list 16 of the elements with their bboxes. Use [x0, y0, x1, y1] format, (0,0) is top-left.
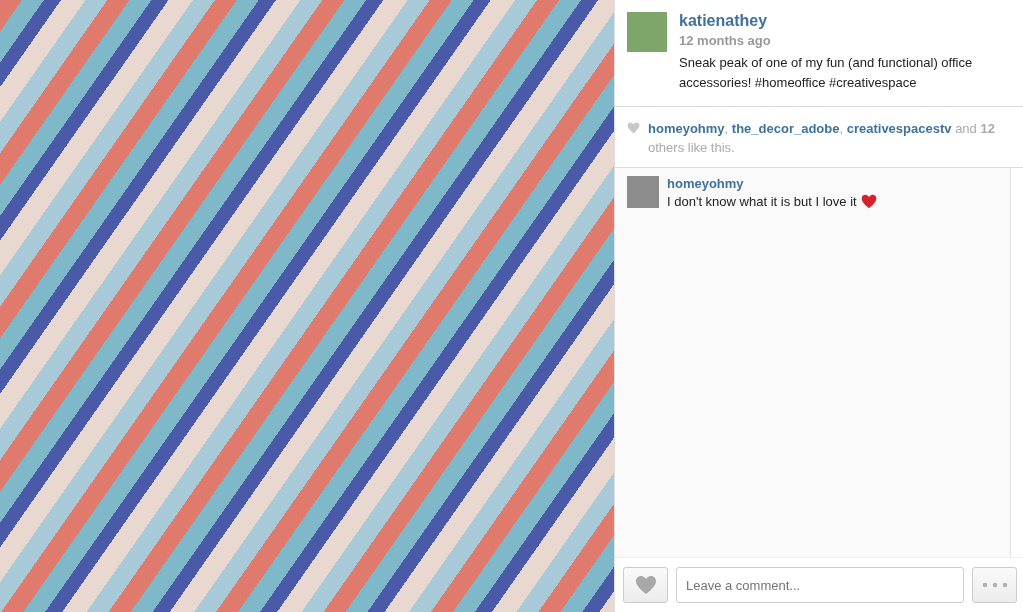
more-icon [981, 582, 1008, 588]
username-link[interactable]: homeyohmy [667, 176, 744, 191]
scrollbar-track[interactable] [1010, 168, 1023, 557]
comment-text: I don't know what it is but I love it [667, 194, 857, 209]
avatar [627, 12, 667, 52]
like-button[interactable] [623, 567, 668, 603]
username-link[interactable]: katienathey [679, 12, 768, 30]
liker-link[interactable]: creativespacestv [846, 121, 952, 136]
heart-icon [634, 575, 657, 595]
more-button[interactable] [972, 567, 1017, 603]
comment-field[interactable]: Leave a comment... [676, 567, 964, 603]
likes-text: homeyohmy, the_decor_adobe, creativespacestv and 12 others like this. [648, 120, 996, 157]
liker-link[interactable]: homeyohmy [648, 121, 725, 136]
post-time: 12 months ago [679, 33, 772, 48]
avatar [627, 176, 659, 208]
caption-text: Sneak peak of one of my fun (and functional) office accessories! #homeoffice #creativespace [679, 54, 974, 92]
